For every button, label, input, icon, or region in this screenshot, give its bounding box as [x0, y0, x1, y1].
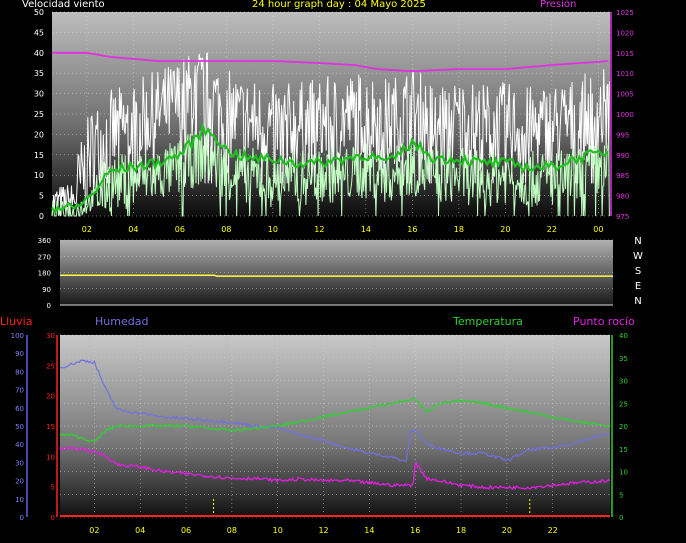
humidity-tick-label: 10 — [15, 496, 24, 504]
wind-x-tick-label: 20 — [500, 225, 510, 234]
temp-x-tick-label: 08 — [227, 526, 237, 535]
temperature-tick-label: 30 — [619, 378, 628, 386]
wind-tick-label: 30 — [34, 90, 44, 99]
direction-tick-label: 90 — [42, 286, 51, 294]
pressure-tick-label: 980 — [616, 193, 629, 201]
pressure-tick-label: 1015 — [616, 50, 634, 58]
wind-tick-label: 0 — [39, 212, 44, 221]
pressure-tick-label: 995 — [616, 131, 629, 139]
direction-tick-label: 0 — [47, 302, 51, 310]
weather-charts: 0510152025303540455097598098599099510001… — [11, 8, 643, 535]
wind-tick-label: 15 — [34, 151, 44, 160]
temp-x-tick-label: 14 — [364, 526, 374, 535]
rain-tick-label: 15 — [46, 423, 55, 431]
compass-label: N — [634, 236, 641, 247]
temperature-tick-label: 10 — [619, 469, 628, 477]
temp-x-tick-label: 16 — [410, 526, 420, 535]
rain-tick-label: 5 — [51, 484, 55, 492]
direction-tick-label: 360 — [38, 237, 51, 245]
wind-x-tick-label: 04 — [128, 225, 138, 234]
temp-x-tick-label: 20 — [502, 526, 512, 535]
temp-x-tick-label: 06 — [181, 526, 191, 535]
wind-x-tick-label: 10 — [268, 225, 278, 234]
wind-x-tick-label: 06 — [175, 225, 185, 234]
rain-tick-label: 0 — [51, 514, 55, 522]
humidity-tick-label: 40 — [15, 441, 24, 449]
pressure-tick-label: 1000 — [616, 111, 634, 119]
wind-x-tick-label: 22 — [547, 225, 557, 234]
rain-tick-label: 10 — [46, 453, 55, 461]
rain-tick-label: 30 — [46, 332, 55, 340]
pressure-tick-label: 1020 — [616, 29, 634, 37]
temp-x-tick-label: 10 — [273, 526, 283, 535]
wind-tick-label: 50 — [34, 8, 44, 17]
wind-x-tick-label: 02 — [82, 225, 92, 234]
humidity-tick-label: 30 — [15, 459, 24, 467]
temp-x-tick-label: 04 — [135, 526, 145, 535]
temperature-tick-label: 0 — [619, 514, 623, 522]
temp-x-tick-label: 18 — [456, 526, 466, 535]
pressure-tick-label: 1025 — [616, 9, 634, 17]
rain-tick-label: 25 — [46, 362, 55, 370]
humidity-tick-label: 50 — [15, 423, 24, 431]
pressure-tick-label: 985 — [616, 172, 629, 180]
humidity-tick-label: 60 — [15, 405, 24, 413]
temperature-tick-label: 40 — [619, 332, 628, 340]
direction-tick-label: 270 — [38, 253, 51, 261]
temp-x-tick-label: 12 — [318, 526, 328, 535]
wind-x-tick-label: 14 — [361, 225, 371, 234]
temperature-tick-label: 15 — [619, 446, 628, 454]
wind-tick-label: 10 — [34, 171, 44, 180]
compass-label: W — [633, 251, 643, 262]
humidity-tick-label: 20 — [15, 478, 24, 486]
compass-label: N — [634, 296, 641, 307]
temperature-tick-label: 5 — [619, 491, 623, 499]
wind-x-tick-label: 16 — [407, 225, 417, 234]
compass-label: E — [635, 281, 641, 292]
humidity-tick-label: 80 — [15, 368, 24, 376]
humidity-tick-label: 0 — [20, 514, 24, 522]
wind-x-tick-label: 18 — [454, 225, 464, 234]
pressure-tick-label: 990 — [616, 152, 629, 160]
humidity-tick-label: 100 — [11, 332, 24, 340]
wind-x-tick-label: 12 — [314, 225, 324, 234]
wind-tick-label: 20 — [34, 130, 44, 139]
temp-x-tick-label: 22 — [548, 526, 558, 535]
pressure-tick-label: 975 — [616, 213, 629, 221]
humidity-tick-label: 70 — [15, 387, 24, 395]
wind-tick-label: 45 — [34, 28, 44, 37]
pressure-tick-label: 1010 — [616, 70, 634, 78]
wind-x-tick-label: 08 — [221, 225, 231, 234]
wind-x-tick-label: 00 — [593, 225, 603, 234]
wind-tick-label: 25 — [34, 110, 44, 119]
temperature-tick-label: 35 — [619, 355, 628, 363]
rain-tick-label: 20 — [46, 393, 55, 401]
wind-tick-label: 35 — [34, 69, 44, 78]
temperature-tick-label: 20 — [619, 423, 628, 431]
wind-tick-label: 5 — [39, 192, 44, 201]
humidity-tick-label: 90 — [15, 350, 24, 358]
temp-x-tick-label: 02 — [89, 526, 99, 535]
temperature-tick-label: 25 — [619, 400, 628, 408]
pressure-tick-label: 1005 — [616, 91, 634, 99]
direction-tick-label: 180 — [38, 270, 51, 278]
compass-label: S — [635, 266, 641, 277]
wind-tick-label: 40 — [34, 49, 44, 58]
